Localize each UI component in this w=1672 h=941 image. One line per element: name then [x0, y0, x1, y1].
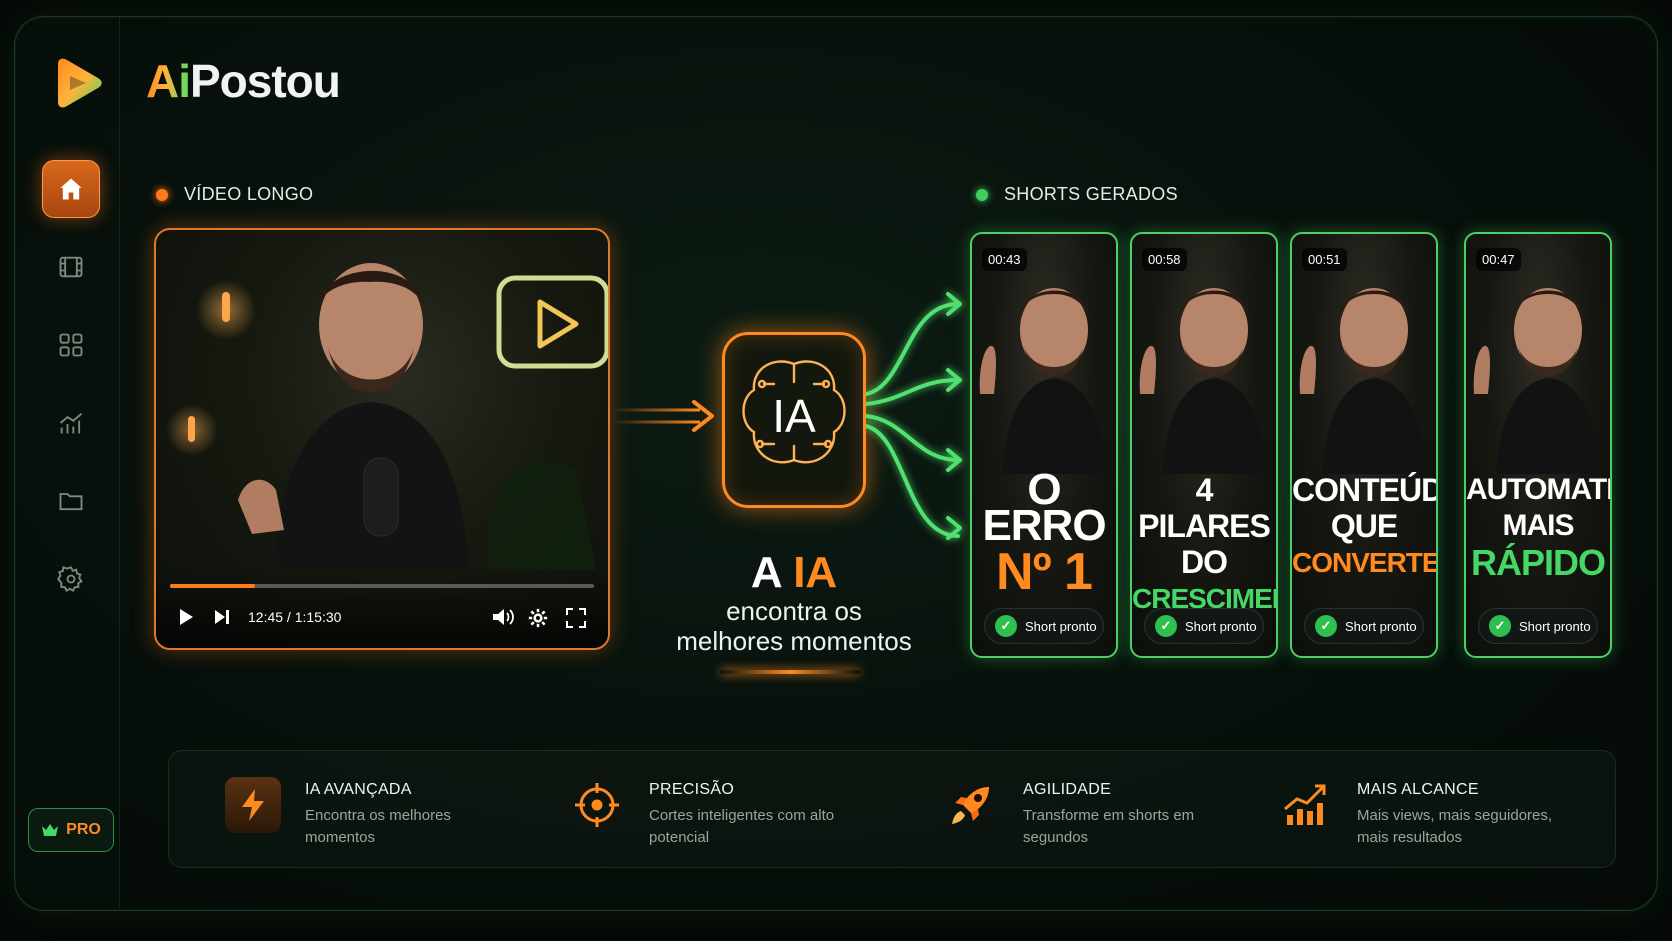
feature-ia-avancada: IA AVANÇADA Encontra os melhores momentos [225, 777, 505, 849]
feature-title: AGILIDADE [1023, 781, 1112, 798]
crown-icon [42, 824, 59, 836]
logo-icon [58, 58, 102, 108]
short-caption-line1: CONTEÚDO [1292, 472, 1436, 508]
check-icon: ✓ [1315, 615, 1337, 637]
short-caption-line2: MAIS [1502, 509, 1575, 542]
feature-desc: Cortes inteligentes com alto potencial [649, 807, 835, 846]
brand-logo-text: AiPostou [146, 55, 341, 107]
sidebar-item-home[interactable] [42, 160, 100, 218]
bolt-icon [225, 777, 281, 833]
ai-tagline-sub: encontra os melhores momentos [676, 596, 912, 656]
orange-dot-icon [156, 188, 168, 201]
sidebar [16, 18, 120, 909]
short-ready-badge[interactable]: ✓ Short pronto [1478, 608, 1598, 644]
feature-title: MAIS ALCANCE [1357, 781, 1479, 798]
short-caption-highlight: Nº 1 [996, 543, 1093, 601]
folder-icon [59, 493, 83, 511]
short-card[interactable]: 00:43 O ERRO Nº 1 ✓ Short pronto [970, 232, 1118, 658]
short-duration: 00:47 [1476, 248, 1521, 271]
branch-arrows-icon [866, 292, 962, 540]
feature-mais-alcance: MAIS ALCANCE Mais views, mais seguidores,… [1277, 777, 1557, 849]
short-duration: 00:51 [1302, 248, 1347, 271]
fullscreen-icon[interactable] [566, 608, 586, 628]
feature-desc: Transforme em shorts em segundos [1023, 807, 1195, 846]
check-icon: ✓ [1489, 615, 1511, 637]
short-status: Short pronto [1345, 618, 1417, 634]
short-status: Short pronto [1519, 618, 1591, 634]
short-caption-line2: DO [1181, 544, 1228, 580]
ai-tagline: A IA [750, 548, 838, 597]
rocket-icon [943, 777, 999, 833]
video-progress-bar[interactable] [170, 584, 594, 588]
short-ready-badge[interactable]: ✓ Short pronto [984, 608, 1104, 644]
sidebar-item-folders[interactable] [42, 472, 100, 530]
progress-fill [170, 584, 255, 588]
short-caption-highlight: CONVERTE [1292, 547, 1438, 578]
long-video-section-label: VÍDEO LONGO [156, 184, 313, 205]
input-arrow-icon [612, 400, 714, 432]
ai-processor-box: IA [722, 332, 866, 508]
shorts-section-label: SHORTS GERADOS [976, 184, 1178, 205]
sidebar-item-videos[interactable] [42, 238, 100, 296]
green-dot-icon [976, 188, 988, 201]
skip-next-icon[interactable] [214, 608, 230, 626]
feature-title: PRECISÃO [649, 781, 735, 798]
short-caption: O ERRO Nº 1 [972, 465, 1116, 601]
long-video-player[interactable]: 12:45 / 1:15:30 [154, 228, 610, 650]
ia-box-text: IA [772, 390, 816, 442]
feature-desc: Encontra os melhores momentos [305, 807, 451, 846]
long-video-label-text: VÍDEO LONGO [184, 184, 314, 204]
video-time: 12:45 / 1:15:30 [248, 609, 342, 625]
feature-precisao: PRECISÃO Cortes inteligentes com alto pot… [569, 777, 849, 849]
brain-icon: IA [742, 360, 846, 464]
check-icon: ✓ [1155, 615, 1177, 637]
short-caption: 4 PILARES DO CRESCIMENTO [1132, 472, 1276, 618]
short-card[interactable]: 00:58 4 PILARES DO CRESCIMENTO ✓ Short p… [1130, 232, 1278, 658]
chart-icon [59, 412, 83, 434]
feature-title: IA AVANÇADA [305, 781, 412, 798]
short-card[interactable]: 00:51 CONTEÚDO QUE CONVERTE ✓ Short pron… [1290, 232, 1438, 658]
pro-badge-button[interactable]: PRO [28, 808, 114, 852]
film-icon [59, 256, 83, 278]
check-icon: ✓ [995, 615, 1017, 637]
shorts-label-text: SHORTS GERADOS [1004, 184, 1178, 204]
short-caption-line2: QUE [1330, 508, 1398, 544]
short-duration: 00:43 [982, 248, 1027, 271]
play-icon[interactable] [178, 608, 194, 626]
pro-label: PRO [66, 821, 101, 838]
short-caption-line1: O ERRO [982, 465, 1106, 550]
target-icon [569, 777, 625, 833]
video-thumbnail-scene [166, 263, 608, 570]
glow-divider [720, 670, 860, 674]
short-card[interactable]: 00:47 AUTOMATIZE MAIS RÁPIDO ✓ Short pro… [1464, 232, 1612, 658]
short-caption-highlight: RÁPIDO [1470, 542, 1606, 583]
grid-icon [59, 333, 83, 357]
short-caption-line1: 4 PILARES [1138, 472, 1271, 544]
feature-desc: Mais views, mais seguidores, mais result… [1357, 807, 1553, 846]
player-controls: 12:45 / 1:15:30 [156, 568, 608, 648]
growth-chart-icon [1277, 777, 1333, 833]
settings-gear-icon[interactable] [528, 608, 548, 628]
sidebar-item-settings[interactable] [42, 550, 100, 608]
short-caption: CONTEÚDO QUE CONVERTE [1292, 472, 1436, 582]
short-duration: 00:58 [1142, 248, 1187, 271]
sidebar-item-analytics[interactable] [42, 394, 100, 452]
feature-agilidade: AGILIDADE Transforme em shorts em segundo… [943, 777, 1223, 849]
home-icon [60, 178, 82, 200]
short-ready-badge[interactable]: ✓ Short pronto [1304, 608, 1424, 644]
short-caption-line1: AUTOMATIZE [1466, 473, 1610, 506]
short-status: Short pronto [1025, 618, 1097, 634]
volume-icon[interactable] [492, 608, 514, 626]
gear-icon [57, 566, 83, 592]
features-bar: IA AVANÇADA Encontra os melhores momentos… [168, 750, 1616, 868]
short-status: Short pronto [1185, 618, 1257, 634]
short-ready-badge[interactable]: ✓ Short pronto [1144, 608, 1264, 644]
short-caption: AUTOMATIZE MAIS RÁPIDO [1466, 472, 1610, 582]
sidebar-item-dashboard[interactable] [42, 316, 100, 374]
